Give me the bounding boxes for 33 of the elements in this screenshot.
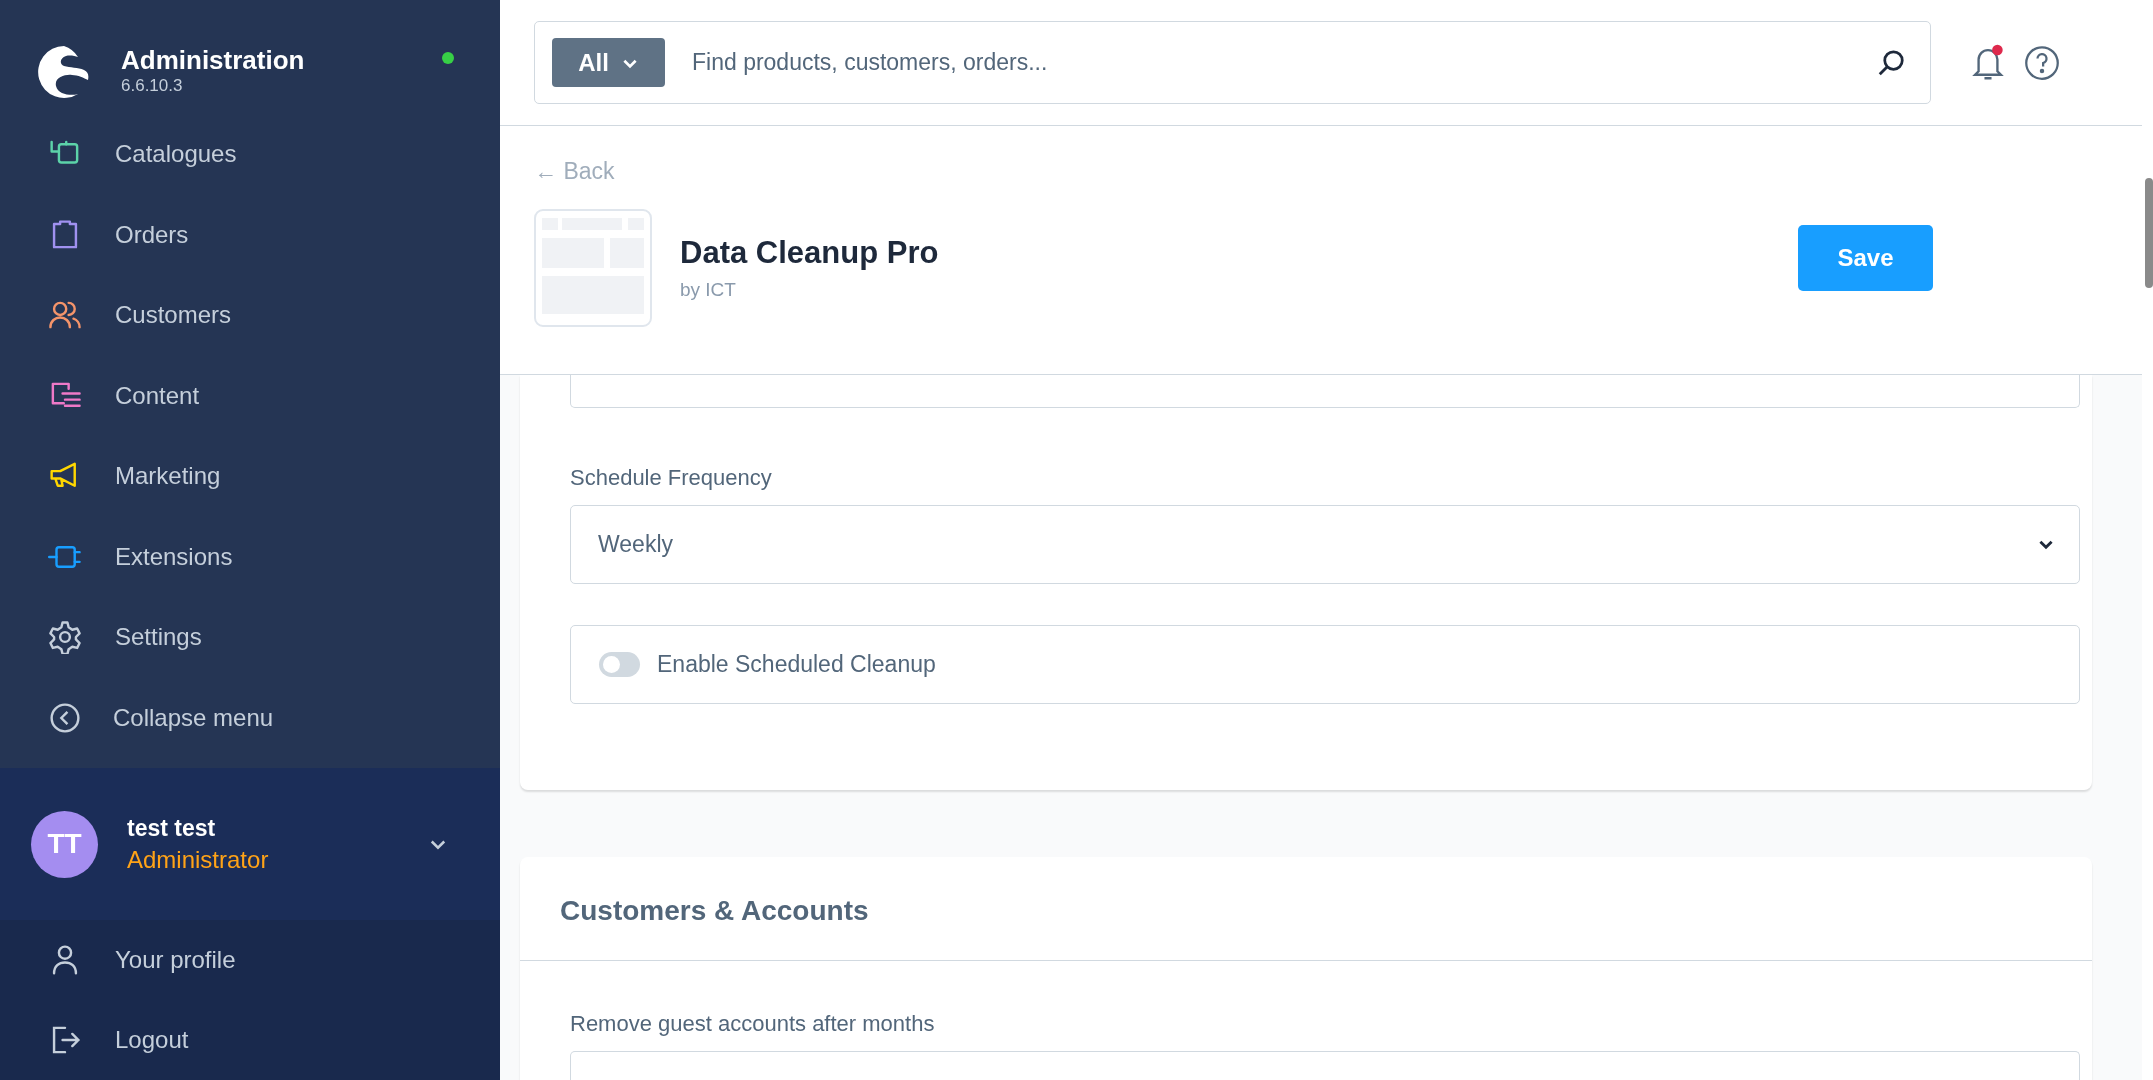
extension-title: Data Cleanup Pro — [680, 235, 939, 271]
search-icon[interactable] — [1876, 47, 1906, 78]
user-name: test test — [127, 814, 217, 842]
scrollbar-thumb[interactable] — [2145, 178, 2153, 288]
avatar: TT — [31, 810, 98, 878]
extension-thumbnail-icon — [534, 209, 652, 327]
field-label: Schedule Frequency — [570, 465, 773, 491]
chevron-left-circle-icon — [48, 700, 82, 735]
nav-item[interactable]: Content — [0, 355, 500, 436]
scope-dropdown[interactable]: All — [552, 38, 665, 87]
status-dot — [442, 52, 454, 64]
nav-item[interactable]: Extensions — [0, 516, 500, 597]
collapse-menu-button[interactable]: Collapse menu — [0, 677, 500, 758]
user-menu-item[interactable]: Logout — [0, 1000, 500, 1080]
chevron-down-icon — [2039, 540, 2053, 549]
help-icon[interactable] — [2024, 44, 2060, 81]
version-number: 6.6.10.3 — [121, 76, 184, 96]
switch-label: Enable Scheduled Cleanup — [657, 651, 936, 678]
user-role: Administrator — [127, 845, 269, 874]
select-field[interactable]: Weekly — [570, 505, 2080, 584]
nav-item[interactable]: Catalogues — [0, 114, 500, 195]
nav-item[interactable]: Orders — [0, 194, 500, 275]
nav-item[interactable]: Customers — [0, 275, 500, 356]
card-title: Customers & Accounts — [520, 857, 2092, 961]
toggle-switch[interactable] — [599, 652, 640, 677]
field-label: Remove guest accounts after months — [570, 1011, 936, 1037]
input-field[interactable] — [570, 375, 2080, 408]
nav-item[interactable]: Marketing — [0, 436, 500, 517]
app-name: Administration — [121, 44, 305, 76]
search-field[interactable]: All Find products, customers, orders... — [534, 21, 1931, 104]
vendor-name: by ICT — [680, 279, 737, 301]
user-menu-item[interactable]: Your profile — [0, 920, 500, 1000]
nav-item[interactable]: Settings — [0, 597, 500, 678]
